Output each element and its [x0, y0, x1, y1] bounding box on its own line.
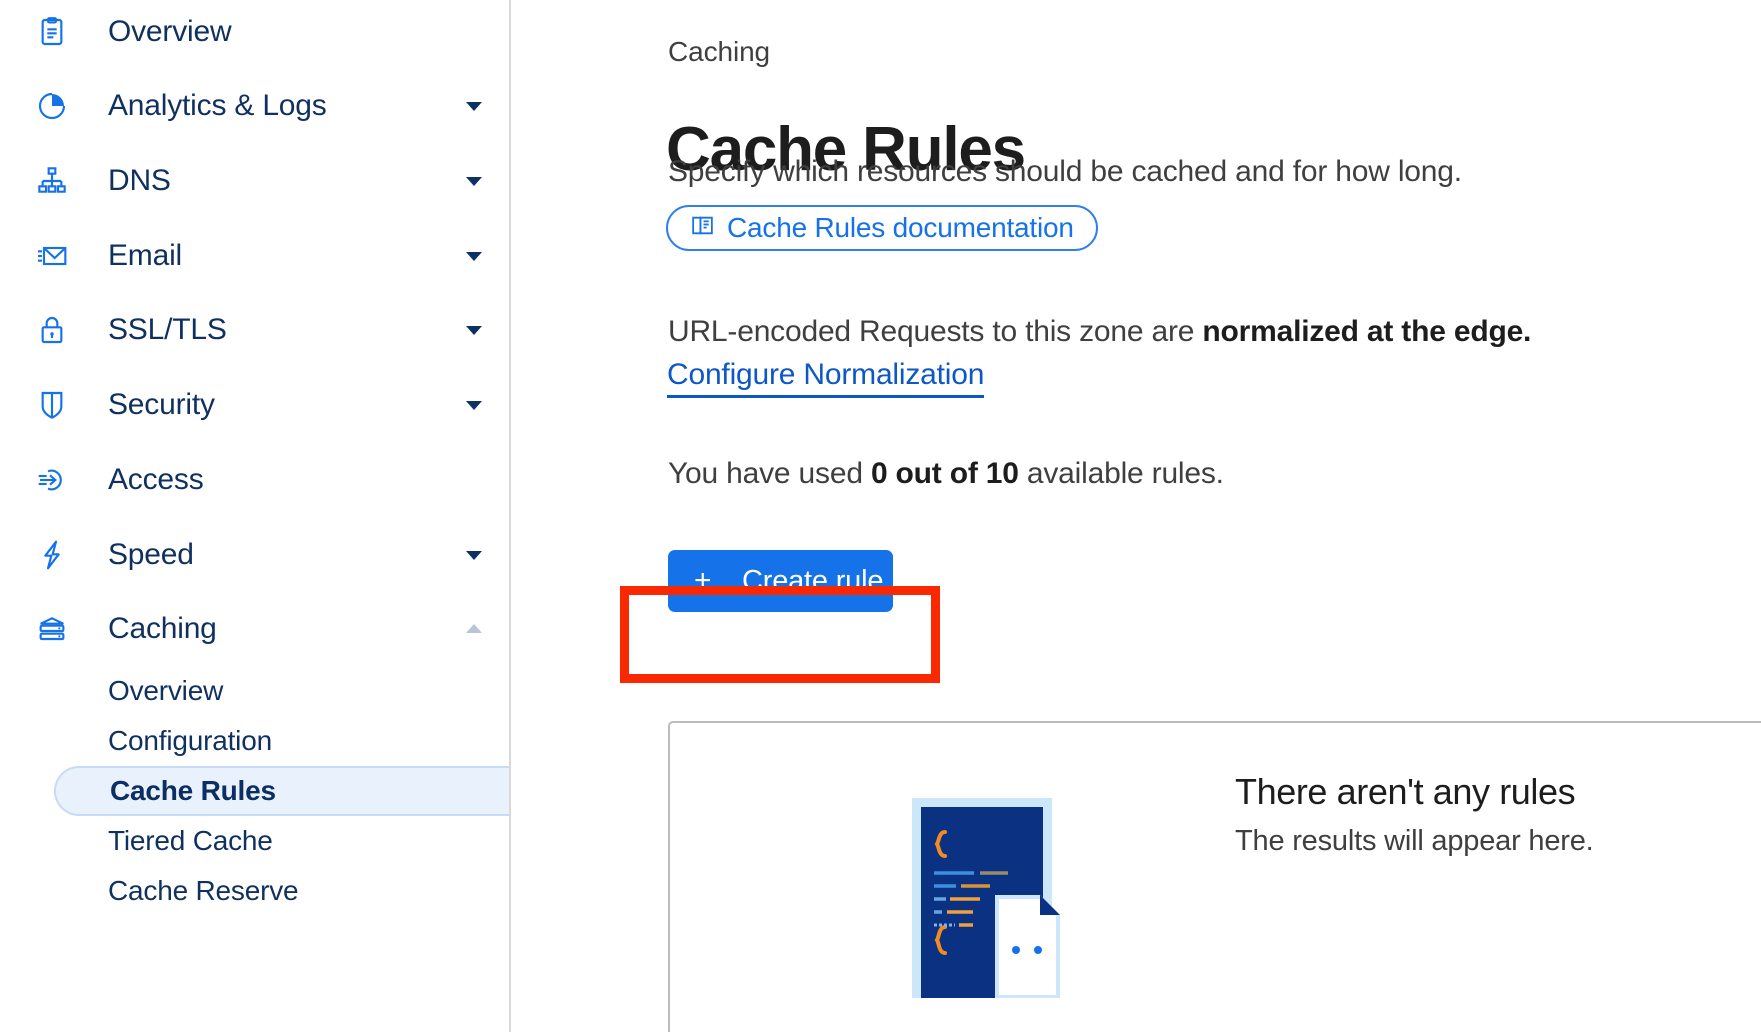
- page-subtitle: Specify which resources should be cached…: [668, 155, 1462, 188]
- book-icon: [690, 213, 715, 243]
- sidebar-item-label: Caching: [108, 612, 217, 645]
- sidebar-subitem-caching-overview[interactable]: Overview: [0, 666, 509, 716]
- rules-usage-text: You have used 0 out of 10 available rule…: [668, 457, 1224, 491]
- sidebar-item-label: Email: [108, 239, 183, 272]
- envelope-icon: [36, 240, 68, 272]
- main-content: Caching Cache Rules Specify which resour…: [511, 0, 1761, 1032]
- usage-count: 0 out of 10: [870, 457, 1019, 490]
- sidebar-subitem-label: Cache Rules: [110, 775, 276, 806]
- chevron-down-icon[interactable]: [462, 543, 486, 567]
- empty-state-text-block: There aren't any rules The results will …: [1235, 771, 1761, 858]
- chevron-down-icon[interactable]: [462, 94, 486, 118]
- sidebar-subitem-tiered-cache[interactable]: Tiered Cache: [0, 816, 509, 866]
- sidebar-item-analytics-and-logs[interactable]: Analytics & Logs: [0, 78, 509, 134]
- sidebar-subitem-label: Cache Reserve: [108, 875, 299, 906]
- normalization-emphasis: normalized at the edge.: [1202, 315, 1532, 348]
- sidebar-subitem-label: Overview: [108, 675, 224, 706]
- chevron-down-icon[interactable]: [462, 244, 486, 268]
- sidebar-item-caching[interactable]: Caching: [0, 601, 509, 657]
- sidebar-subitem-cache-reserve[interactable]: Cache Reserve: [0, 866, 509, 916]
- configure-normalization-link[interactable]: Configure Normalization: [667, 358, 984, 398]
- sidebar-item-speed[interactable]: Speed: [0, 527, 509, 583]
- sidebar-item-overview[interactable]: Overview: [0, 4, 509, 60]
- sitemap-icon: [36, 165, 68, 197]
- access-arrow-icon: [36, 464, 68, 496]
- cache-rules-documentation-button[interactable]: Cache Rules documentation: [666, 205, 1098, 251]
- sidebar-item-label: Access: [108, 463, 204, 496]
- pie-chart-icon: [36, 90, 68, 122]
- sidebar-item-label: DNS: [108, 164, 171, 197]
- create-rule-button[interactable]: + Create rule: [668, 550, 893, 612]
- normalization-notice: URL-encoded Requests to this zone are no…: [668, 315, 1531, 349]
- chevron-up-icon[interactable]: [462, 617, 486, 641]
- sidebar-subitem-label: Configuration: [108, 725, 272, 756]
- usage-prefix: You have used: [668, 457, 871, 490]
- sidebar-subitem-caching-configuration[interactable]: Configuration: [0, 716, 509, 766]
- chevron-down-icon[interactable]: [462, 318, 486, 342]
- documentation-button-label: Cache Rules documentation: [727, 212, 1074, 243]
- sidebar-item-label: SSL/TLS: [108, 313, 227, 346]
- sidebar-item-label: Analytics & Logs: [108, 89, 327, 122]
- sidebar-item-label: Overview: [108, 15, 232, 48]
- code-document-illustration: [910, 768, 1140, 998]
- empty-state-description: The results will appear here.: [1235, 825, 1594, 857]
- create-rule-label: Create rule: [742, 564, 884, 597]
- primary-sidebar: Overview Analytics & Logs DNS Email SSL/…: [0, 0, 511, 1032]
- sidebar-item-email[interactable]: Email: [0, 228, 509, 284]
- sidebar-item-security[interactable]: Security: [0, 377, 509, 433]
- sidebar-item-label: Speed: [108, 538, 194, 571]
- chevron-down-icon[interactable]: [462, 393, 486, 417]
- shield-icon: [36, 389, 68, 421]
- breadcrumb: Caching: [668, 36, 771, 67]
- plus-icon: +: [694, 564, 712, 597]
- empty-state-title: There aren't any rules: [1235, 771, 1576, 812]
- sidebar-item-ssl-tls[interactable]: SSL/TLS: [0, 302, 509, 358]
- chevron-down-icon[interactable]: [462, 169, 486, 193]
- usage-suffix: available rules.: [1018, 457, 1224, 490]
- sidebar-item-label: Security: [108, 388, 215, 421]
- sidebar-item-dns[interactable]: DNS: [0, 153, 509, 209]
- lightning-bolt-icon: [36, 539, 68, 571]
- lock-icon: [36, 314, 68, 346]
- sidebar-subitem-label: Tiered Cache: [108, 825, 273, 856]
- server-stack-icon: [36, 613, 68, 645]
- rules-empty-state-card: There aren't any rules The results will …: [668, 721, 1761, 1032]
- sidebar-item-access[interactable]: Access: [0, 452, 509, 508]
- normalization-prefix: URL-encoded Requests to this zone are: [668, 315, 1203, 348]
- clipboard-icon: [36, 16, 68, 48]
- sidebar-subitem-cache-rules[interactable]: Cache Rules: [54, 766, 509, 816]
